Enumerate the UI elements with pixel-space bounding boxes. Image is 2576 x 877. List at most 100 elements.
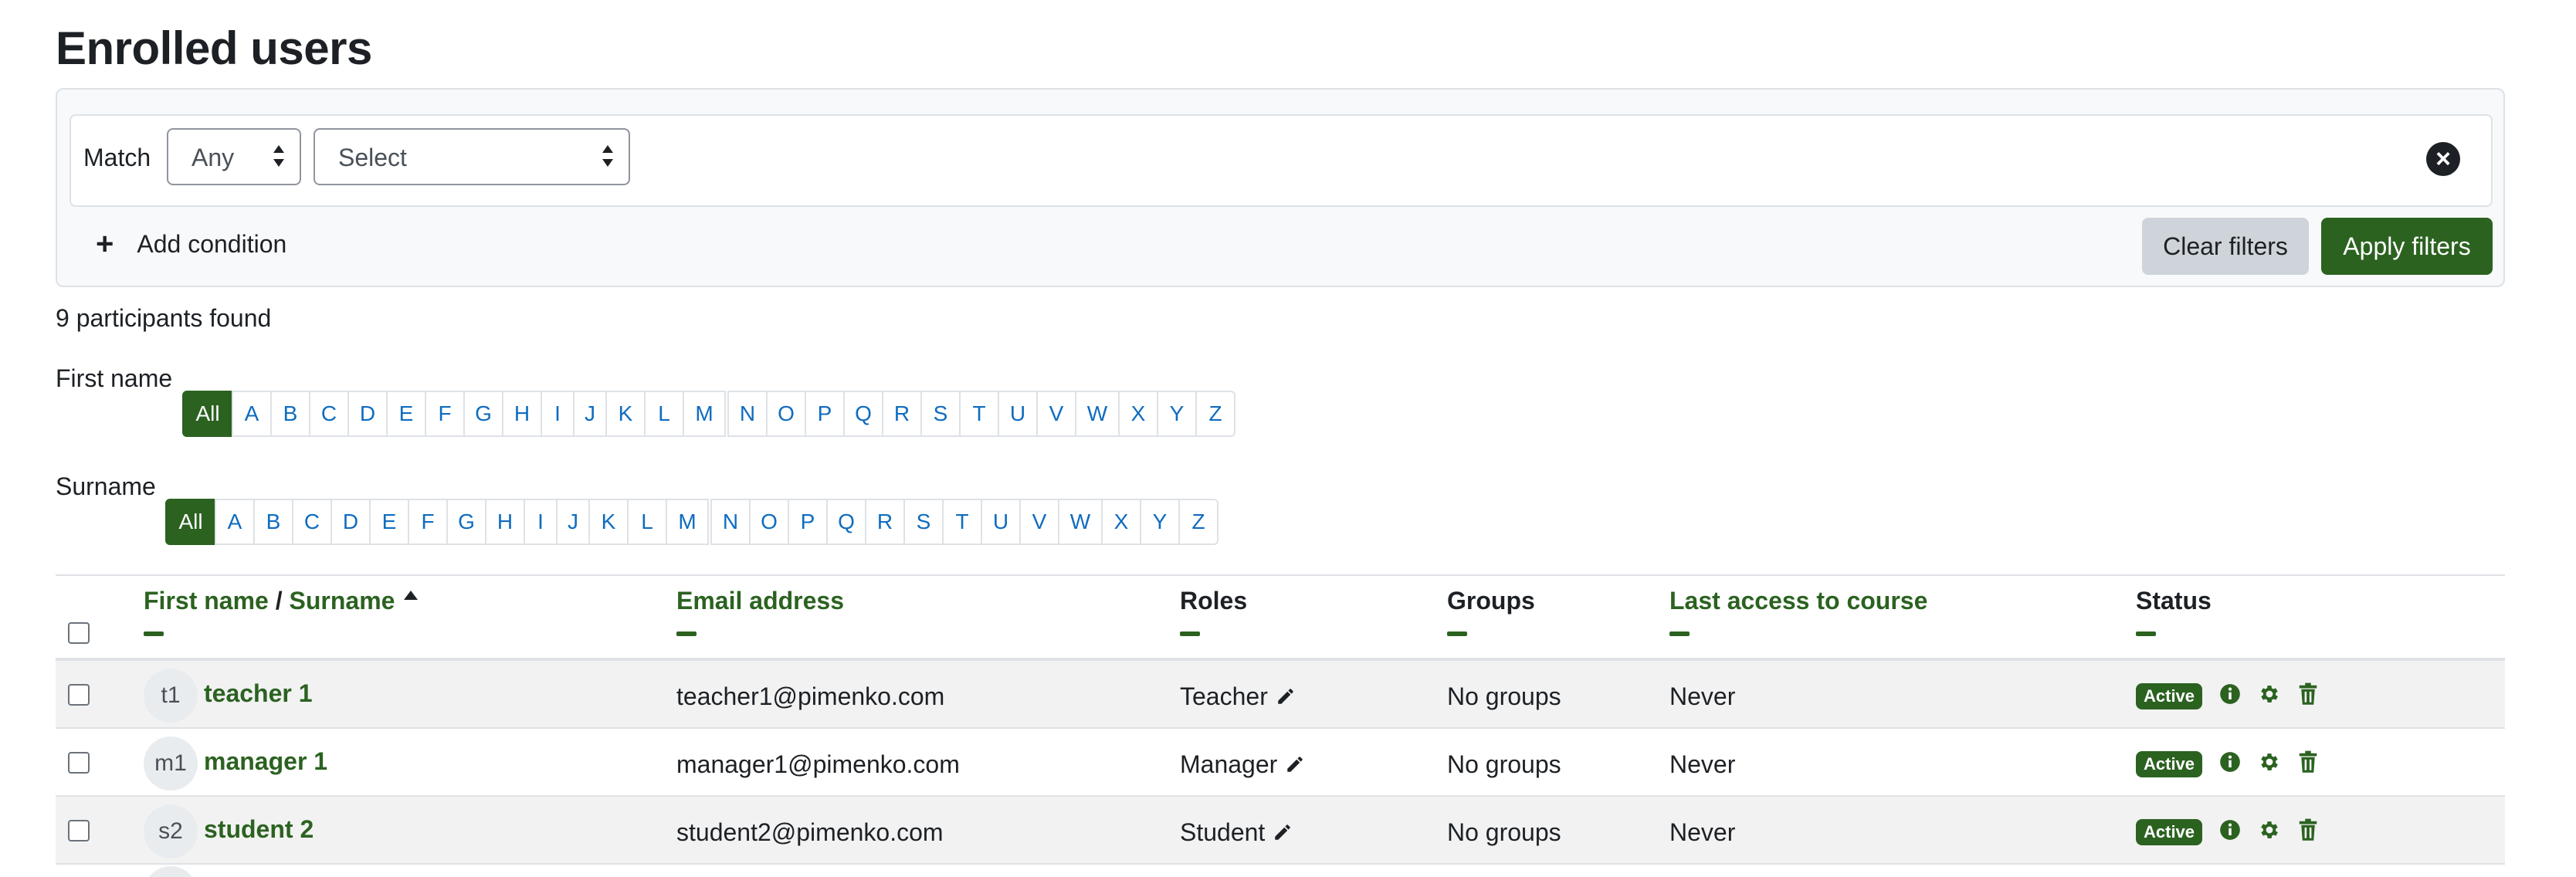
header-separator: / — [268, 587, 290, 615]
user-name-link[interactable]: teacher 1 — [204, 679, 313, 708]
hide-column-icon[interactable] — [1447, 632, 1467, 636]
firstname-initial-letter-o[interactable]: O — [766, 391, 806, 437]
surname-initial-letter-q[interactable]: Q — [826, 499, 866, 545]
hide-column-icon[interactable] — [1669, 632, 1690, 636]
hide-column-icon[interactable] — [676, 632, 697, 636]
pencil-icon[interactable] — [1273, 820, 1293, 848]
row-select-checkbox[interactable] — [68, 684, 90, 706]
firstname-initial-letter-q[interactable]: Q — [843, 391, 883, 437]
firstname-initial-letter-k[interactable]: K — [605, 391, 646, 437]
add-condition-button[interactable]: + Add condition — [96, 229, 286, 259]
surname-initial-letter-l[interactable]: L — [627, 499, 667, 545]
surname-initial-letter-x[interactable]: X — [1101, 499, 1141, 545]
firstname-initial-letter-d[interactable]: D — [347, 391, 388, 437]
hide-column-icon[interactable] — [1180, 632, 1200, 636]
firstname-initial-letter-j[interactable]: J — [573, 391, 607, 437]
firstname-initial-letter-s[interactable]: S — [920, 391, 961, 437]
firstname-initial-letter-t[interactable]: T — [959, 391, 999, 437]
filter-condition-row: Match Any Select × — [69, 114, 2493, 207]
gear-icon[interactable] — [2258, 750, 2281, 777]
firstname-initial-letter-a[interactable]: A — [232, 391, 272, 437]
surname-initial-letter-d[interactable]: D — [330, 499, 371, 545]
surname-initial-letter-s[interactable]: S — [903, 499, 944, 545]
firstname-initial-letter-g[interactable]: G — [463, 391, 503, 437]
surname-initial-letter-y[interactable]: Y — [1140, 499, 1180, 545]
info-icon[interactable] — [2219, 819, 2241, 845]
surname-initial-letter-w[interactable]: W — [1058, 499, 1103, 545]
firstname-initial-letter-u[interactable]: U — [998, 391, 1038, 437]
surname-initial-letter-v[interactable]: V — [1019, 499, 1059, 545]
gear-icon[interactable] — [2258, 818, 2281, 845]
sort-email-link[interactable]: Email address — [676, 587, 844, 615]
surname-initial-letter-h[interactable]: H — [485, 499, 525, 545]
surname-initial-letter-k[interactable]: K — [588, 499, 629, 545]
surname-initial-letter-a[interactable]: A — [215, 499, 255, 545]
hide-column-icon[interactable] — [2136, 632, 2156, 636]
match-select[interactable]: Any — [167, 128, 301, 185]
trash-icon[interactable] — [2298, 818, 2318, 845]
surname-initial-letter-f[interactable]: F — [408, 499, 448, 545]
firstname-initial-all-button[interactable]: All — [182, 391, 233, 437]
firstname-initial-letter-x[interactable]: X — [1118, 391, 1158, 437]
surname-initial-letter-b[interactable]: B — [253, 499, 293, 545]
firstname-initial-letter-y[interactable]: Y — [1157, 391, 1197, 437]
surname-initial-letter-r[interactable]: R — [865, 499, 905, 545]
row-select-checkbox[interactable] — [68, 820, 90, 841]
row-select-checkbox[interactable] — [68, 752, 90, 774]
surname-initial-letter-g[interactable]: G — [446, 499, 486, 545]
hide-column-icon[interactable] — [144, 632, 164, 636]
table-row: m1 manager 1 manager1@pimenko.com Manager No… — [56, 729, 2505, 797]
clear-filters-button[interactable]: Clear filters — [2142, 218, 2309, 275]
sort-firstname-link[interactable]: First name — [144, 587, 269, 615]
table-header: First name / Surname Email address Roles… — [56, 574, 2505, 661]
trash-icon[interactable] — [2298, 682, 2318, 709]
surname-initial-letter-e[interactable]: E — [369, 499, 409, 545]
user-name-link[interactable]: student 2 — [204, 815, 314, 844]
firstname-initial-letter-p[interactable]: P — [805, 391, 845, 437]
gear-icon[interactable] — [2258, 682, 2281, 709]
user-groups: No groups — [1447, 818, 1561, 846]
surname-initial-letter-o[interactable]: O — [749, 499, 789, 545]
apply-filters-button[interactable]: Apply filters — [2321, 218, 2493, 275]
surname-initial-letter-m[interactable]: M — [666, 499, 709, 545]
user-status: Active — [2136, 818, 2318, 845]
trash-icon[interactable] — [2298, 750, 2318, 777]
table-row: s2 student 2 student2@pimenko.com Student No… — [56, 797, 2505, 865]
firstname-initial-letter-i[interactable]: I — [541, 391, 575, 437]
surname-initial-letter-p[interactable]: P — [788, 499, 828, 545]
surname-initial-letter-j[interactable]: J — [556, 499, 590, 545]
firstname-initial-letter-c[interactable]: C — [309, 391, 349, 437]
table-body: t1 teacher 1 teacher1@pimenko.com Teacher No… — [56, 661, 2505, 865]
firstname-initial-letter-b[interactable]: B — [270, 391, 310, 437]
sort-surname-link[interactable]: Surname — [290, 587, 395, 615]
user-last-access: Never — [1669, 682, 1736, 710]
surname-initial-all-button[interactable]: All — [165, 499, 216, 545]
user-email: student2@pimenko.com — [676, 818, 944, 846]
firstname-initial-letter-z[interactable]: Z — [1195, 391, 1235, 437]
user-name-link[interactable]: manager 1 — [204, 747, 327, 776]
surname-initial-letter-n[interactable]: N — [710, 499, 751, 545]
enrolled-users-page: Enrolled users Match Any Select × + Add … — [0, 0, 2576, 877]
firstname-initial-letter-e[interactable]: E — [386, 391, 426, 437]
firstname-initial-letter-r[interactable]: R — [882, 391, 922, 437]
close-circle-icon[interactable]: × — [2426, 142, 2460, 176]
pencil-icon[interactable] — [1285, 752, 1305, 780]
firstname-initial-letter-l[interactable]: L — [644, 391, 684, 437]
pencil-icon[interactable] — [1276, 684, 1296, 713]
surname-initial-letter-t[interactable]: T — [942, 499, 982, 545]
firstname-initial-letter-n[interactable]: N — [727, 391, 768, 437]
filter-type-select[interactable]: Select — [314, 128, 630, 185]
info-icon[interactable] — [2219, 751, 2241, 777]
select-all-checkbox[interactable] — [68, 622, 90, 644]
info-icon[interactable] — [2219, 683, 2241, 709]
firstname-initial-letter-w[interactable]: W — [1075, 391, 1120, 437]
surname-initial-letter-z[interactable]: Z — [1178, 499, 1219, 545]
surname-initial-letter-u[interactable]: U — [981, 499, 1021, 545]
firstname-initial-letter-f[interactable]: F — [425, 391, 465, 437]
surname-initial-letter-i[interactable]: I — [524, 499, 558, 545]
surname-initial-letter-c[interactable]: C — [292, 499, 332, 545]
firstname-initial-letter-m[interactable]: M — [683, 391, 726, 437]
firstname-initial-letter-h[interactable]: H — [502, 391, 542, 437]
firstname-initial-letter-v[interactable]: V — [1036, 391, 1076, 437]
sort-last-access-link[interactable]: Last access to course — [1669, 587, 1927, 615]
